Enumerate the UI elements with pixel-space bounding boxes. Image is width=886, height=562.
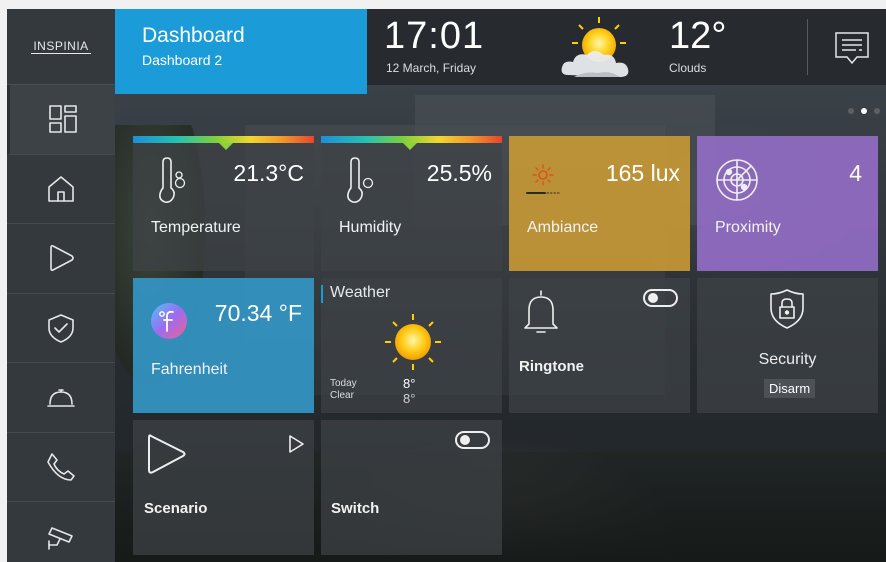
sun-cloud-icon [561, 17, 629, 77]
play-icon [148, 434, 186, 474]
thermometer-icon [159, 157, 186, 203]
proximity-label: Proximity [715, 219, 781, 236]
sidebar-item-scenarios[interactable] [7, 224, 115, 294]
sidebar-item-home[interactable] [7, 155, 115, 224]
disarm-button[interactable]: Disarm [764, 379, 816, 398]
logo-text: INSPINIA [31, 39, 91, 54]
play-icon [50, 245, 74, 272]
weather-accent-bar [321, 285, 323, 303]
fahrenheit-label: Fahrenheit [151, 361, 228, 378]
humidity-scale-bar [321, 136, 502, 143]
scenario-tile[interactable]: Scenario [133, 420, 314, 555]
app-frame: INSPINIA Dashboard Dashboard 2 17:01 12 … [7, 9, 886, 562]
scenario-run-icon[interactable] [287, 434, 305, 454]
temperature-scale-marker [219, 143, 233, 150]
temperature-tile[interactable]: 21.3°C Temperature [133, 136, 314, 271]
ringtone-toggle[interactable] [643, 289, 678, 307]
temperature-label: Temperature [151, 219, 241, 236]
switch-toggle[interactable] [455, 431, 490, 449]
weather-label: Weather [330, 284, 391, 301]
current-condition: Clouds [669, 61, 707, 75]
ringtone-tile[interactable]: Ringtone [509, 278, 690, 413]
humidity-tile[interactable]: 25.5% Humidity [321, 136, 502, 271]
sidebar-item-dashboard[interactable] [7, 85, 115, 155]
sun-dimmer-icon [526, 164, 562, 194]
security-camera-icon [48, 527, 73, 551]
ambiance-value: 165 lux [605, 160, 680, 186]
sidebar-item-calls[interactable] [7, 433, 115, 502]
fahrenheit-tile[interactable]: 70.34 °F Fahrenheit [133, 278, 314, 413]
page-dot-2[interactable] [861, 108, 867, 114]
ambiance-tile[interactable]: 165 lux Ambiance [509, 136, 690, 271]
switch-label: Switch [331, 500, 380, 517]
security-tile[interactable]: Security Disarm [697, 278, 878, 413]
shield-check-icon [48, 313, 74, 343]
thermometer-icon [347, 157, 374, 203]
sidebar-item-security[interactable] [7, 294, 115, 363]
scenario-label: Scenario [144, 500, 208, 517]
sidebar: INSPINIA [7, 9, 115, 562]
messages-button[interactable] [833, 29, 873, 69]
dashboard-grid-icon [48, 105, 77, 134]
weather-low: 8° [403, 391, 416, 406]
sidebar-item-cameras[interactable] [7, 502, 115, 562]
weather-day: Today [330, 378, 357, 389]
humidity-value: 25.5% [426, 160, 492, 186]
page-title: Dashboard [142, 24, 245, 47]
message-icon [835, 32, 869, 65]
page-title-block: Dashboard Dashboard 2 [115, 9, 367, 94]
clock-time: 17:01 [384, 15, 485, 57]
home-icon [48, 175, 74, 202]
humidity-scale-marker [403, 143, 417, 150]
page-indicator [848, 108, 880, 114]
header-bar: 17:01 12 March, Friday 12° Clouds [367, 9, 886, 85]
sun-icon [385, 314, 441, 370]
proximity-value: 4 [849, 160, 862, 186]
service-bell-icon [47, 389, 75, 408]
lock-shield-icon [770, 289, 804, 329]
switch-tile[interactable]: Switch [321, 420, 502, 555]
fahrenheit-value: 70.34 °F [214, 300, 302, 326]
header-divider [807, 19, 808, 75]
temperature-scale-bar [133, 136, 314, 143]
phone-icon [47, 452, 75, 481]
page-dot-3[interactable] [874, 108, 880, 114]
logo: INSPINIA [7, 9, 115, 85]
humidity-label: Humidity [339, 219, 402, 236]
weather-high: 8° [403, 376, 416, 391]
radar-icon [716, 159, 758, 201]
bell-icon [524, 290, 558, 333]
weather-condition: Clear [330, 390, 354, 401]
proximity-tile[interactable]: 4 Proximity [697, 136, 878, 271]
current-temperature: 12° [669, 15, 727, 57]
sidebar-item-services[interactable] [7, 363, 115, 433]
page-subtitle: Dashboard 2 [142, 52, 223, 68]
temperature-value: 21.3°C [233, 160, 304, 186]
ringtone-label: Ringtone [519, 358, 584, 375]
clock-date: 12 March, Friday [386, 61, 477, 75]
ambiance-label: Ambiance [527, 219, 599, 236]
page-dot-1[interactable] [848, 108, 854, 114]
fahrenheit-icon [151, 303, 187, 339]
weather-tile[interactable]: Weather Today Clear 8° 8° [321, 278, 502, 413]
security-label: Security [758, 351, 817, 368]
